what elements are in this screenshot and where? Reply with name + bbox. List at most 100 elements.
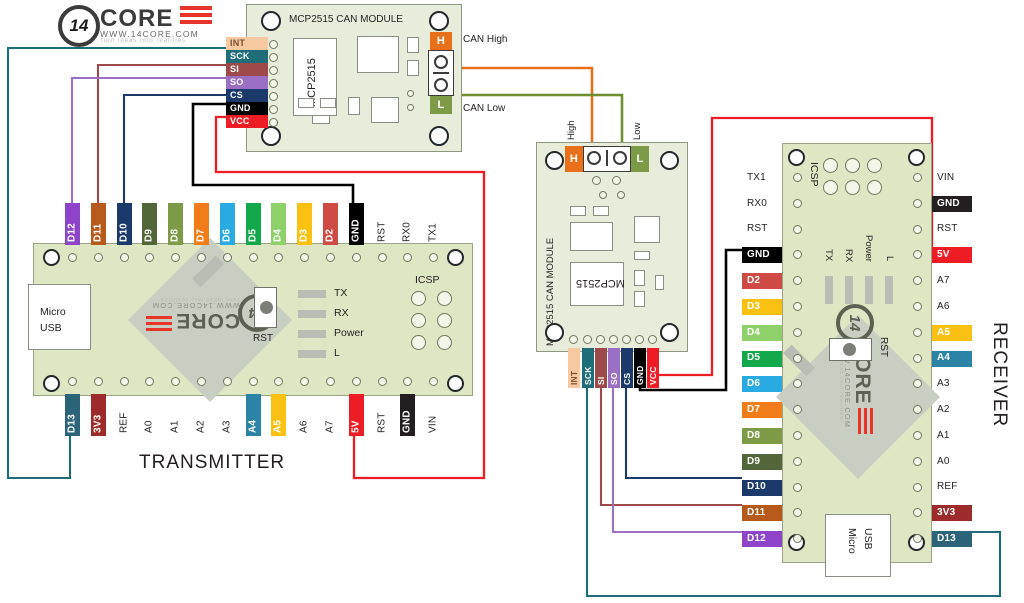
rx-pin-right-5v[interactable]: 5V	[932, 247, 972, 264]
tx-pin-d8[interactable]: D8	[168, 203, 184, 245]
rx-pin-right-gnd[interactable]: GND	[932, 195, 972, 212]
tx-pin-rst[interactable]: RST	[375, 203, 390, 245]
rx-pin-hole-tx1[interactable]	[793, 173, 802, 182]
rx-pin-left-rst[interactable]: RST	[742, 222, 782, 238]
tx-pin-bottom-a6[interactable]: A6	[297, 394, 312, 436]
tx-pin-hole-b-a7[interactable]	[326, 377, 335, 386]
tx-pin-hole-d7[interactable]	[197, 253, 206, 262]
terminal-hole-h-top[interactable]	[434, 55, 448, 69]
mcp-tx-pin-cs[interactable]: CS	[226, 89, 268, 102]
tx-pin-bottom-d13[interactable]: D13	[65, 394, 80, 436]
tx-pin-d4[interactable]: D4	[271, 203, 287, 245]
rx-pin-left-rx0[interactable]: RX0	[742, 196, 782, 212]
tx-pin-bottom-5v[interactable]: 5V	[348, 394, 364, 436]
rx-pin-left-gnd[interactable]: GND	[742, 247, 782, 264]
tx-pin-d5[interactable]: D5	[245, 203, 261, 245]
rx-pin-left-d6[interactable]: D6	[742, 376, 782, 393]
tx-pin-hole-b-a4[interactable]	[248, 377, 258, 386]
tx-pin-bottom-rst[interactable]: RST	[375, 394, 390, 436]
rx-pin-right-a6[interactable]: A6	[932, 299, 972, 315]
pin-hole-so[interactable]	[269, 79, 278, 88]
mcp-rx-pin-sck[interactable]: SCK	[582, 348, 594, 388]
rx-pin-left-d12[interactable]: D12	[742, 531, 782, 548]
rx-pin-hole-d5[interactable]	[793, 353, 802, 363]
tx-pin-d2[interactable]: D2	[323, 203, 338, 245]
rx-pin-left-tx1[interactable]: TX1	[742, 170, 782, 186]
mcp-rx-pin-vcc[interactable]: VCC	[647, 348, 659, 388]
mcp-rx-pin-hole-gnd[interactable]	[635, 335, 644, 344]
tx-pin-hole-d10[interactable]	[119, 253, 129, 262]
mcp-rx-pin-gnd[interactable]: GND	[634, 348, 646, 388]
reset-button-cap[interactable]	[843, 343, 856, 356]
mcp-rx-pin-hole-si[interactable]	[596, 335, 605, 344]
rx-pin-left-d10[interactable]: D10	[742, 479, 782, 496]
icsp-hole[interactable]	[437, 291, 452, 306]
rx-pin-right-a2[interactable]: A2	[932, 402, 972, 418]
micro-usb-connector-receiver[interactable]	[825, 514, 891, 577]
rx-pin-right-a0[interactable]: A0	[932, 454, 972, 470]
mcp-rx-pin-hole-so[interactable]	[609, 335, 618, 344]
tx-pin-hole-d2[interactable]	[326, 253, 335, 262]
mcp-rx-pin-hole-vcc[interactable]	[648, 335, 657, 344]
tx-pin-bottom-a5[interactable]: A5	[271, 394, 287, 436]
tx-pin-bottom-3v3[interactable]: 3V3	[90, 394, 106, 436]
tx-pin-rx0[interactable]: RX0	[400, 203, 415, 245]
mcp-rx-pin-int[interactable]: INT	[568, 348, 580, 388]
tx-pin-bottom-a2[interactable]: A2	[194, 394, 209, 436]
icsp-hole[interactable]	[411, 335, 426, 350]
icsp-hole[interactable]	[411, 291, 426, 306]
pin-hole-sck[interactable]	[269, 53, 278, 62]
tx-pin-hole-gnd[interactable]	[351, 253, 361, 262]
rx-pin-hole-rx0[interactable]	[793, 198, 802, 208]
rx-pin-right-d13[interactable]: D13	[932, 531, 972, 548]
rx-pin-hole-r-ref[interactable]	[913, 482, 922, 492]
mcp-tx-pin-vcc[interactable]: VCC	[226, 115, 268, 128]
icsp-hole[interactable]	[437, 335, 452, 350]
rx-pin-hole-r-a4[interactable]	[913, 353, 922, 363]
rx-pin-hole-d4[interactable]	[793, 327, 802, 337]
rx-pin-hole-d9[interactable]	[793, 456, 802, 466]
rx-pin-hole-r-gnd[interactable]	[913, 198, 922, 208]
rx-pin-hole-rst[interactable]	[793, 224, 802, 234]
icsp-hole[interactable]	[845, 158, 860, 173]
rx-pin-hole-r-a5[interactable]	[913, 327, 922, 337]
mcp-tx-pin-int[interactable]: INT	[226, 37, 268, 50]
mcp-tx-pin-gnd[interactable]: GND	[226, 102, 268, 115]
icsp-hole[interactable]	[867, 180, 882, 195]
mcp-tx-pin-so[interactable]: SO	[226, 76, 268, 89]
rx-pin-hole-r-a6[interactable]	[913, 302, 922, 311]
tx-pin-tx1[interactable]: TX1	[426, 203, 441, 245]
rx-pin-left-d4[interactable]: D4	[742, 324, 782, 341]
rx-pin-hole-r-a0[interactable]	[913, 456, 922, 466]
mcp-tx-pin-sck[interactable]: SCK	[226, 50, 268, 63]
rx-pin-hole-d3[interactable]	[793, 302, 802, 311]
tx-pin-hole-b-ref[interactable]	[119, 377, 129, 386]
mcp-rx-pin-hole-sck[interactable]	[583, 335, 592, 344]
mcp-rx-pin-si[interactable]: SI	[595, 348, 607, 388]
rx-pin-left-d3[interactable]: D3	[742, 299, 782, 315]
tx-pin-bottom-gnd[interactable]: GND	[400, 394, 416, 436]
pin-hole-vcc[interactable]	[269, 118, 278, 127]
tx-pin-bottom-vin[interactable]: VIN	[426, 394, 441, 436]
tx-pin-hole-b-3v3[interactable]	[93, 377, 103, 386]
rx-pin-left-d7[interactable]: D7	[742, 402, 782, 419]
icsp-hole[interactable]	[411, 313, 426, 328]
rx-pin-left-d11[interactable]: D11	[742, 505, 782, 522]
rx-pin-hole-d8[interactable]	[793, 431, 802, 440]
rx-pin-hole-r-vin[interactable]	[913, 173, 922, 182]
tx-pin-hole-d12[interactable]	[68, 253, 77, 262]
icsp-hole[interactable]	[867, 158, 882, 173]
rx-pin-hole-d10[interactable]	[793, 482, 802, 492]
icsp-hole[interactable]	[845, 180, 860, 195]
rx-pin-right-a1[interactable]: A1	[932, 428, 972, 444]
tx-pin-hole-d11[interactable]	[93, 253, 103, 262]
rx-pin-right-3v3[interactable]: 3V3	[932, 505, 972, 522]
tx-pin-gnd[interactable]: GND	[348, 203, 364, 245]
tx-pin-d7[interactable]: D7	[194, 203, 209, 245]
rx-pin-right-a7[interactable]: A7	[932, 273, 972, 289]
icsp-hole[interactable]	[823, 158, 838, 173]
tx-pin-bottom-a1[interactable]: A1	[168, 394, 183, 436]
reset-button-cap[interactable]	[260, 301, 273, 314]
mcp-rx-pin-hole-cs[interactable]	[622, 335, 631, 344]
tx-pin-bottom-a3[interactable]: A3	[220, 394, 235, 436]
